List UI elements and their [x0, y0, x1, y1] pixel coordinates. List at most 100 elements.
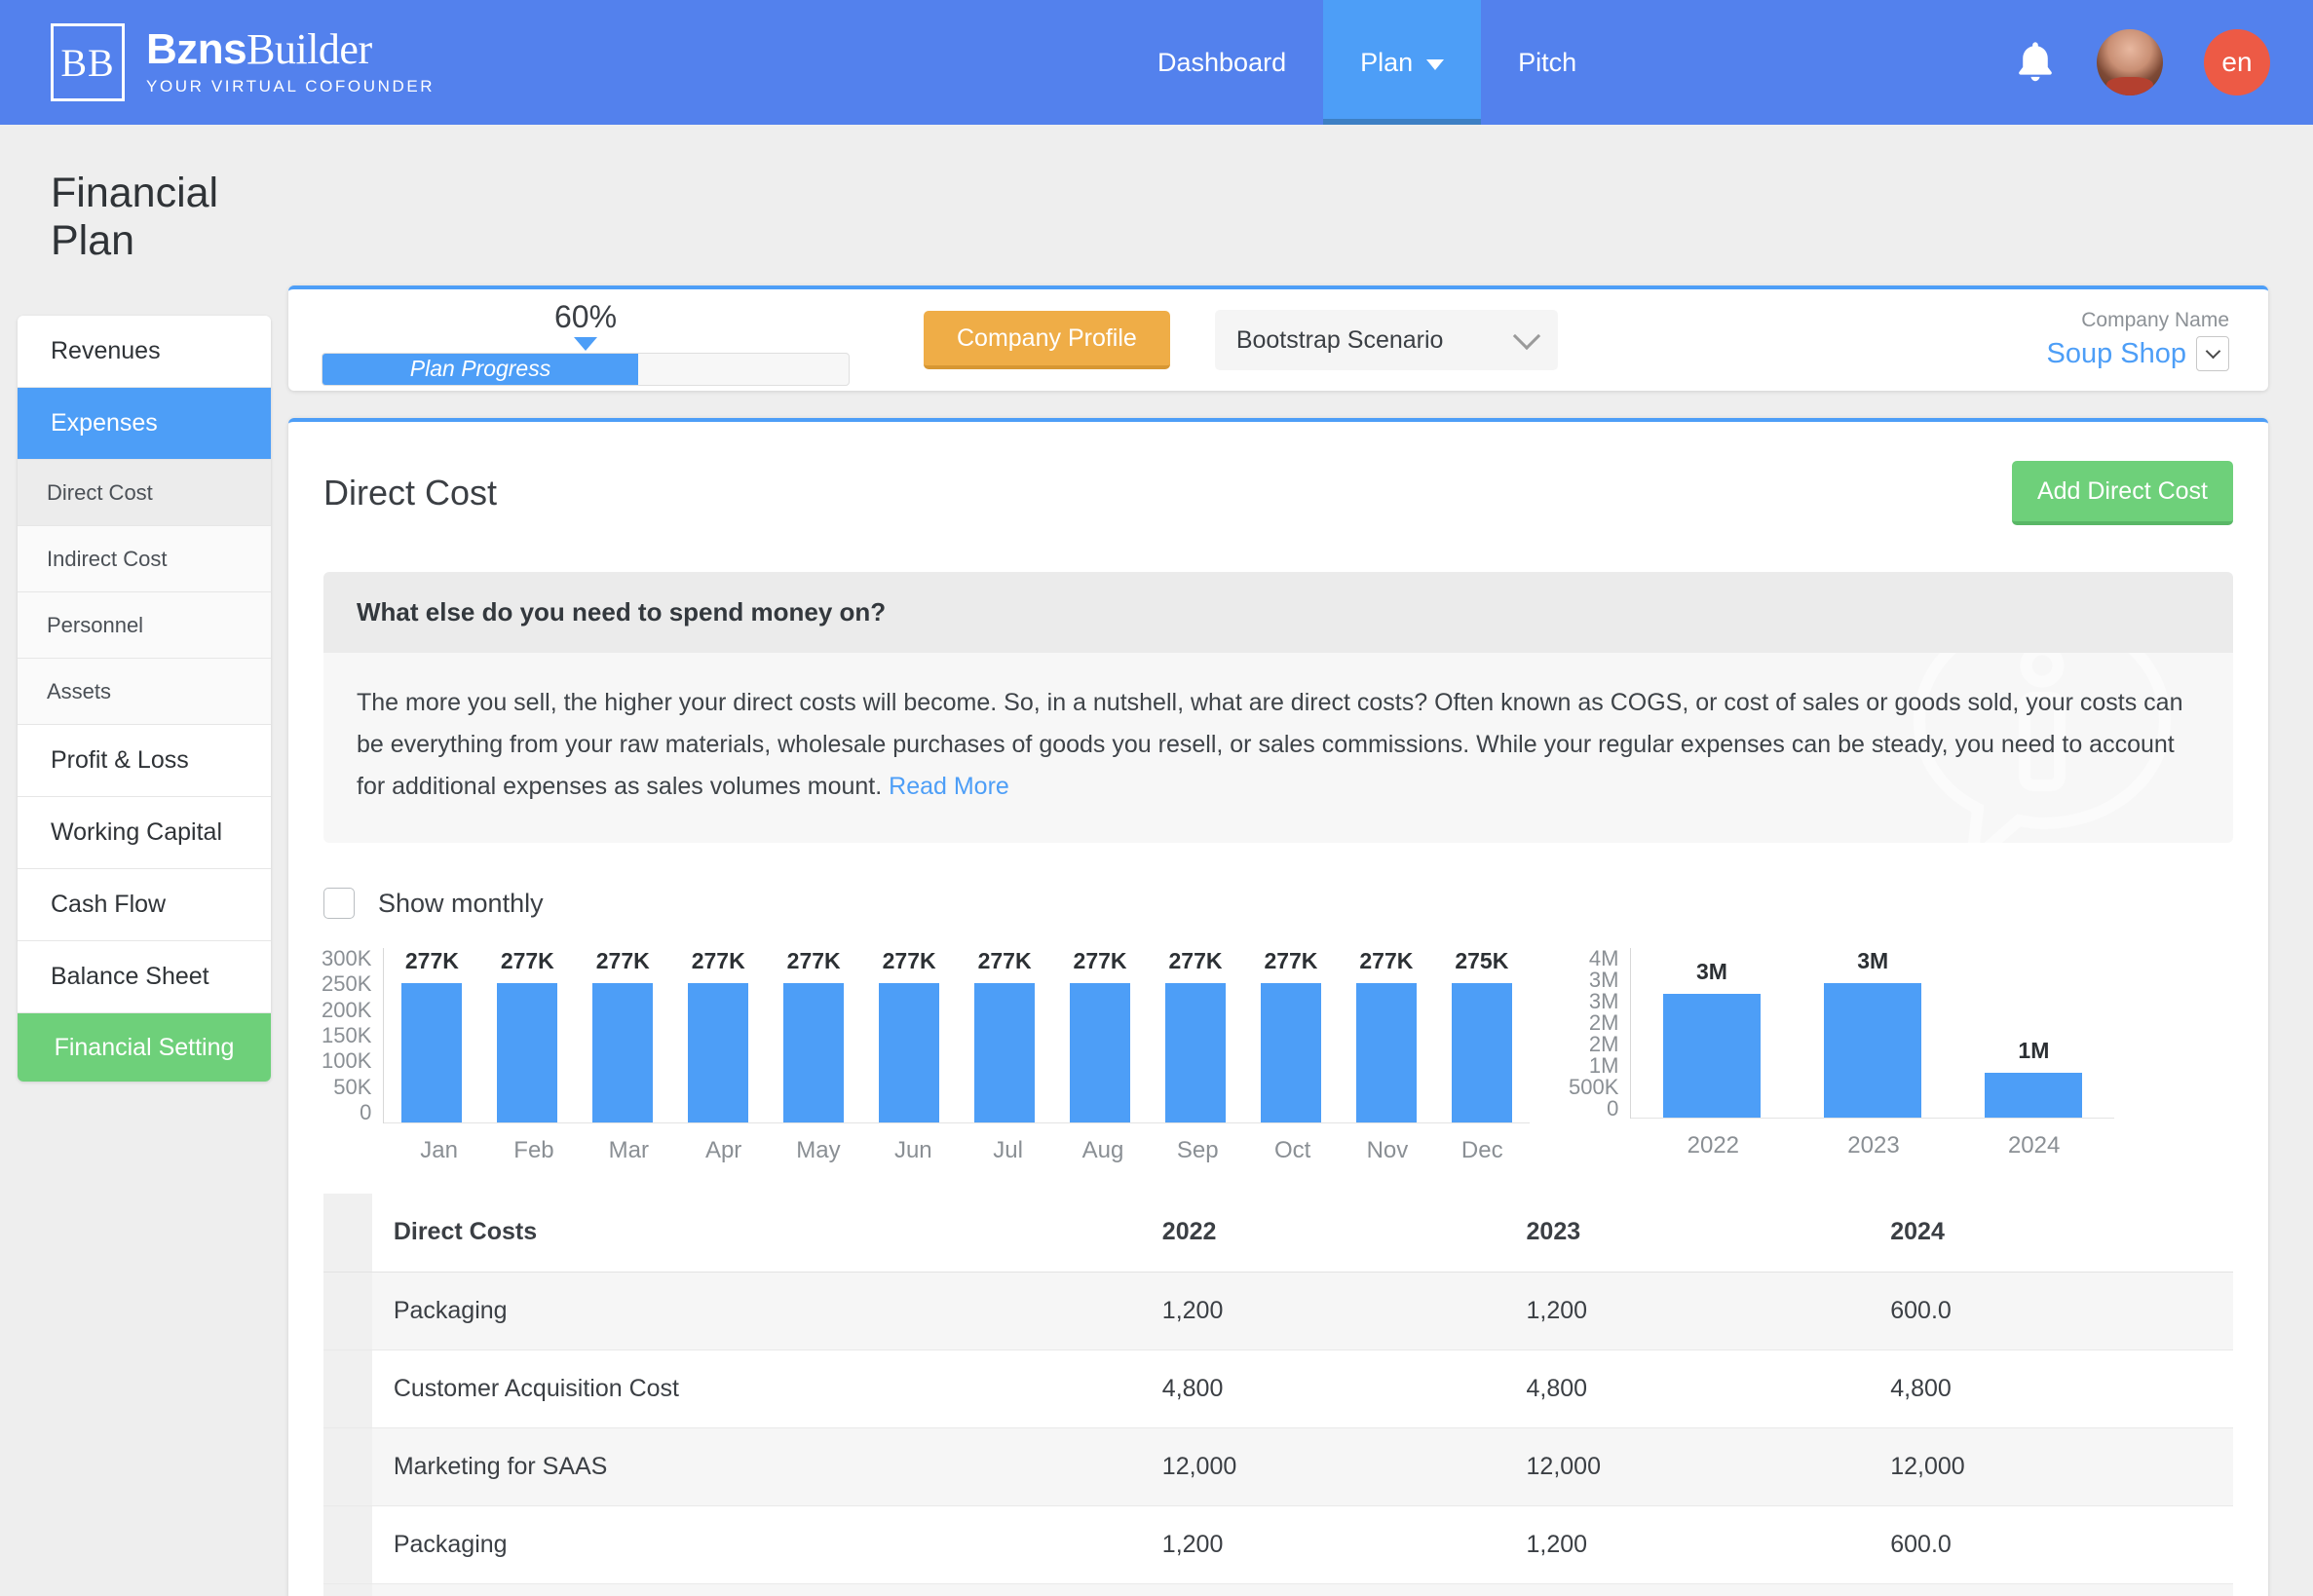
bar[interactable]: [401, 983, 463, 1122]
nav-item-pitch[interactable]: Pitch: [1481, 0, 1613, 125]
sidebar-item-working-capital[interactable]: Working Capital: [18, 797, 271, 869]
bar-group[interactable]: 277K: [401, 948, 463, 1122]
table-gutter-header: [323, 1194, 372, 1273]
bar-group[interactable]: 277K: [1164, 948, 1226, 1122]
plan-progress-track: Plan Progress: [322, 352, 850, 386]
row-drag-handle[interactable]: [323, 1349, 372, 1427]
read-more-link[interactable]: Read More: [889, 773, 1009, 800]
yearly-chart-x-axis: 2022 2023 2024: [1569, 1132, 2114, 1159]
primary-nav: Dashboard Plan Pitch: [1120, 0, 1613, 125]
company-switcher-button[interactable]: [2196, 336, 2229, 371]
sidebar-item-balance-sheet[interactable]: Balance Sheet: [18, 941, 271, 1013]
row-drag-handle[interactable]: [323, 1505, 372, 1583]
y-axis-tick: 150K: [322, 1022, 372, 1047]
company-profile-button[interactable]: Company Profile: [924, 311, 1170, 369]
bar[interactable]: [783, 983, 845, 1122]
monthly-chart-body: 300K 250K 200K 150K 100K 50K 0 277K 277K 277K 277…: [322, 948, 1530, 1123]
row-drag-handle[interactable]: [323, 1427, 372, 1505]
yearly-direct-cost-chart: 4M 3M 3M 2M 2M 1M 500K 0 3M 3M 1M 2022 2023 2024: [1569, 948, 2114, 1159]
bar[interactable]: [592, 983, 654, 1122]
table-row[interactable]: Packaging 1,200 1,200 600.0: [323, 1505, 2233, 1583]
table-row[interactable]: Soup Ingrediants1,2001,000-: [323, 1583, 2233, 1596]
yearly-chart-plot: 3M 3M 1M: [1630, 948, 2114, 1119]
table-row[interactable]: Packaging 1,200 1,200 600.0: [323, 1272, 2233, 1349]
y-axis-tick: 200K: [322, 997, 372, 1022]
sidebar-item-indirect-cost[interactable]: Indirect Cost: [18, 526, 271, 592]
table-row[interactable]: Customer Acquisition Cost 4,800 4,800 4,800: [323, 1349, 2233, 1427]
nav-right-actions: en: [2015, 0, 2270, 125]
chevron-down-icon: [2205, 343, 2220, 360]
info-box-body: The more you sell, the higher your direc…: [323, 653, 2233, 843]
sidebar-item-cash-flow[interactable]: Cash Flow: [18, 869, 271, 941]
notification-bell-icon[interactable]: [2015, 40, 2056, 85]
bar[interactable]: [497, 983, 558, 1122]
bar[interactable]: [1662, 994, 1761, 1118]
sidebar-item-direct-cost[interactable]: Direct Cost: [18, 460, 271, 526]
bar[interactable]: [1985, 1073, 2083, 1118]
bar-group[interactable]: 1M: [1985, 948, 2083, 1118]
plan-progress-marker-icon: [574, 336, 597, 351]
row-drag-handle[interactable]: [323, 1583, 372, 1596]
row-name: Packaging: [393, 1296, 508, 1324]
bar-group[interactable]: 277K: [1355, 948, 1417, 1122]
right-column: 60% Plan Progress Company Profile Bootst…: [288, 125, 2313, 1596]
table-header-2024: 2024: [1869, 1194, 2233, 1273]
bar[interactable]: [1070, 983, 1131, 1122]
nav-item-plan[interactable]: Plan: [1323, 0, 1482, 125]
plan-progress-fill: Plan Progress: [322, 353, 638, 385]
bar-group[interactable]: 277K: [783, 948, 845, 1122]
bar-group[interactable]: 277K: [497, 948, 558, 1122]
bar-group[interactable]: 3M: [1824, 948, 1922, 1118]
bar[interactable]: [688, 983, 749, 1122]
bar-value-label: 277K: [691, 948, 745, 973]
bar[interactable]: [1355, 983, 1417, 1122]
sidebar-item-revenues[interactable]: Revenues: [18, 316, 271, 388]
brand-name-light: Builder: [246, 25, 372, 73]
bar-group[interactable]: 275K: [1451, 948, 1512, 1122]
nav-item-dashboard-label: Dashboard: [1157, 47, 1287, 77]
bar-group[interactable]: 3M: [1662, 948, 1761, 1118]
bar-group[interactable]: 277K: [688, 948, 749, 1122]
sidebar-item-expenses[interactable]: Expenses: [18, 388, 271, 460]
bar-group[interactable]: 277K: [592, 948, 654, 1122]
left-column: Financial Plan Revenues Expenses Direct …: [0, 125, 288, 1596]
y-axis-tick: 500K: [1569, 1075, 1619, 1099]
x-axis-tick: May: [796, 1137, 841, 1163]
add-direct-cost-button[interactable]: Add Direct Cost: [2011, 461, 2233, 525]
bar-value-label: 277K: [1073, 948, 1127, 973]
bar-group[interactable]: 277K: [1260, 948, 1321, 1122]
table-row[interactable]: Marketing for SAAS 12,000 12,000 12,000: [323, 1427, 2233, 1505]
scenario-select[interactable]: Bootstrap Scenario: [1214, 310, 1558, 370]
bar-value-label: 3M: [1857, 948, 1889, 973]
user-avatar[interactable]: [2097, 29, 2163, 95]
y-axis-tick: 300K: [322, 946, 372, 970]
bar-group[interactable]: 277K: [974, 948, 1036, 1122]
brand-logo[interactable]: BB BznsBuilder YOUR VIRTUAL COFOUNDER: [0, 0, 435, 125]
sidebar-item-profit-and-loss[interactable]: Profit & Loss: [18, 725, 271, 797]
row-name: Marketing for SAAS: [393, 1452, 608, 1480]
row-name: Customer Acquisition Cost: [393, 1374, 680, 1402]
x-axis-tick: Apr: [704, 1137, 742, 1163]
plan-progress: 60% Plan Progress: [322, 295, 850, 386]
bar[interactable]: [1260, 983, 1321, 1122]
language-switcher-button[interactable]: en: [2204, 29, 2270, 95]
sidebar-item-personnel[interactable]: Personnel: [18, 592, 271, 659]
y-axis-tick: 0: [360, 1099, 372, 1124]
bar[interactable]: [1164, 983, 1226, 1122]
row-2023: 1,200: [1526, 1296, 1588, 1324]
row-2022: 1,200: [1161, 1296, 1224, 1324]
bar[interactable]: [879, 983, 940, 1122]
bar-group[interactable]: 277K: [1070, 948, 1131, 1122]
x-axis-tick: Jun: [893, 1137, 932, 1163]
company-name-value[interactable]: Soup Shop: [2046, 338, 2186, 370]
nav-item-dashboard[interactable]: Dashboard: [1120, 0, 1323, 125]
sidebar-item-financial-setting[interactable]: Financial Setting: [18, 1013, 271, 1082]
bar[interactable]: [974, 983, 1036, 1122]
sidebar-item-assets[interactable]: Assets: [18, 659, 271, 725]
show-monthly-checkbox[interactable]: [323, 888, 355, 919]
row-drag-handle[interactable]: [323, 1272, 372, 1349]
y-axis-tick: 1M: [1588, 1053, 1619, 1078]
bar[interactable]: [1451, 983, 1512, 1122]
bar[interactable]: [1824, 983, 1922, 1118]
bar-group[interactable]: 277K: [879, 948, 940, 1122]
